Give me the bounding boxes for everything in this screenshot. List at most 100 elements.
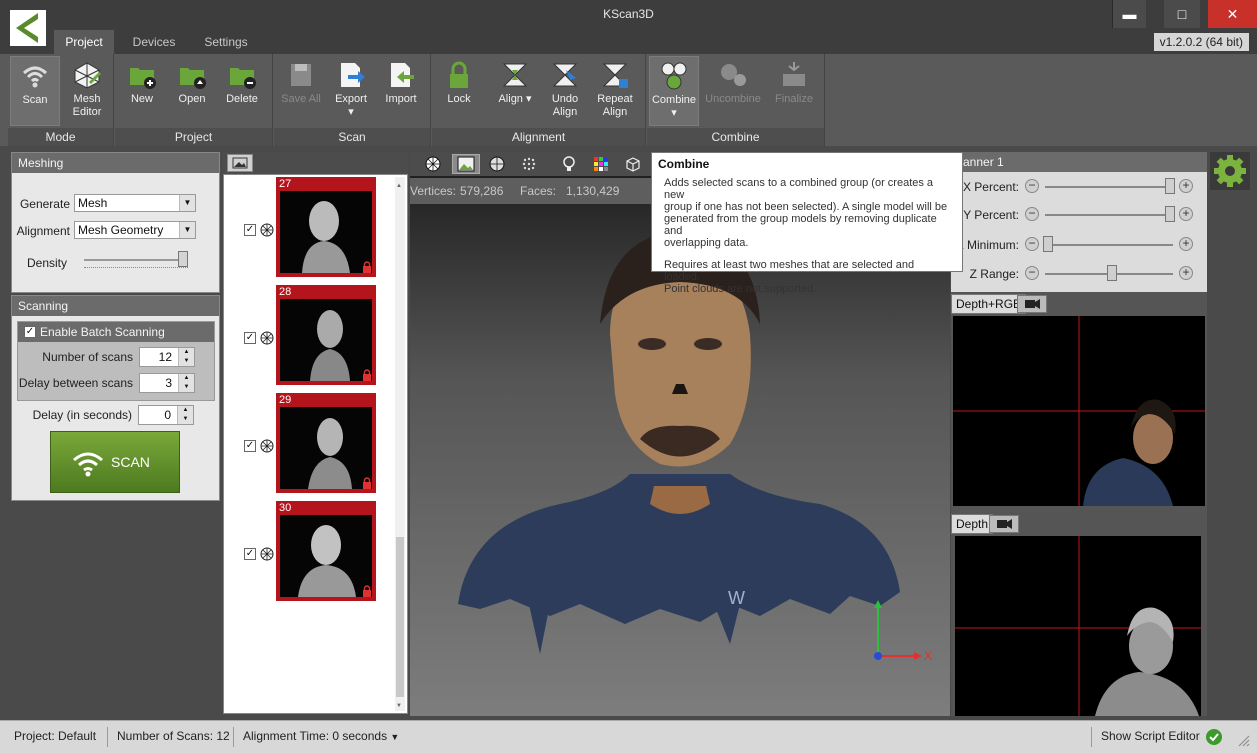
z-minimum-slider[interactable]	[1043, 236, 1053, 252]
finalize-button[interactable]: Finalize	[769, 56, 819, 126]
spin-down-icon[interactable]: ▼	[177, 415, 193, 424]
depth-rgb-tab[interactable]: Depth+RGB	[951, 294, 1027, 314]
repeat-align-button[interactable]: Repeat Align	[590, 56, 640, 126]
density-label: Density	[26, 256, 67, 270]
y-percent-slider[interactable]	[1165, 206, 1175, 222]
spin-up-icon[interactable]: ▲	[178, 348, 194, 357]
lock-button[interactable]: Lock	[434, 56, 484, 126]
title-bar: KScan3D ▬ □ ✕	[0, 0, 1257, 30]
x-percent-slider[interactable]	[1165, 178, 1175, 194]
vertices-label: Vertices:	[410, 184, 457, 198]
alignment-select[interactable]: Mesh Geometry ▼	[74, 221, 196, 239]
camera-icon[interactable]	[1017, 295, 1047, 313]
minus-icon[interactable]: −	[1025, 207, 1039, 221]
scan-thumbnail[interactable]: 30	[276, 501, 376, 601]
minus-icon[interactable]: −	[1025, 179, 1039, 193]
tab-settings[interactable]: Settings	[194, 30, 258, 54]
light-bulb-icon[interactable]	[560, 155, 580, 173]
align-icon	[502, 63, 528, 87]
tab-project[interactable]: Project	[54, 30, 114, 54]
textured-view-icon[interactable]	[452, 154, 480, 174]
density-slider[interactable]	[84, 249, 192, 273]
delete-project-button[interactable]: Delete	[217, 56, 267, 126]
minus-icon[interactable]: −	[1025, 237, 1039, 251]
scan-button[interactable]: SCAN	[50, 431, 180, 493]
scan-thumbnail[interactable]: 28	[276, 285, 376, 385]
scan-checkbox[interactable]: ✓	[244, 332, 256, 344]
scanner-sliders: X Percent: − + Y Percent: − + Z Minimum:…	[951, 172, 1207, 292]
uncombine-button[interactable]: Uncombine	[703, 56, 763, 126]
mesh-pencil-icon	[74, 62, 101, 89]
mesh-icon	[260, 223, 274, 237]
batch-checkbox[interactable]: ✓	[24, 326, 36, 338]
export-button[interactable]: Export ▾	[326, 56, 376, 126]
status-alignment-time[interactable]: Alignment Time: 0 seconds ▼	[243, 729, 399, 743]
delay-between-input[interactable]: 3 ▲ ▼	[139, 373, 195, 393]
point-cloud-view-icon[interactable]	[520, 155, 540, 173]
x-percent-row: X Percent: − +	[951, 176, 1207, 198]
spin-up-icon[interactable]: ▲	[178, 374, 194, 383]
finalize-icon	[783, 62, 805, 86]
camera-icon[interactable]	[989, 515, 1019, 533]
scanner-panel: canner 1 X Percent: − + Y Percent: − + Z…	[951, 152, 1207, 716]
ribbon-group-alignment: Lock Align ▾ Undo Align Repeat Align Ali…	[432, 54, 646, 146]
depth-rgb-feed[interactable]	[953, 316, 1205, 506]
plus-icon[interactable]: +	[1179, 237, 1193, 251]
status-ok-icon	[1206, 729, 1222, 745]
faces-label: Faces:	[520, 184, 557, 198]
depth-feed[interactable]	[955, 536, 1201, 716]
mesh-view-icon[interactable]	[488, 155, 508, 173]
depth-tab[interactable]: Depth	[951, 514, 994, 534]
align-button[interactable]: Align ▾	[490, 56, 540, 126]
spin-down-icon[interactable]: ▼	[178, 357, 194, 366]
spin-down-icon[interactable]: ▼	[178, 383, 194, 392]
import-button[interactable]: Import	[376, 56, 426, 126]
maximize-button[interactable]: □	[1164, 0, 1200, 28]
resize-grip-icon[interactable]	[1236, 733, 1250, 747]
show-script-editor-button[interactable]: Show Script Editor	[1101, 729, 1200, 743]
tab-devices[interactable]: Devices	[124, 30, 184, 54]
scan-thumbnail[interactable]: 29	[276, 393, 376, 493]
scan-list-scrollbar[interactable]: ▲ ▼	[395, 177, 405, 711]
num-scans-input[interactable]: 12 ▲ ▼	[139, 347, 195, 367]
mesh-stats: Vertices: 579,286 Faces: 1,130,429	[410, 178, 670, 204]
undo-align-button[interactable]: Undo Align	[540, 56, 590, 126]
image-view-icon[interactable]	[227, 154, 253, 172]
scan-checkbox[interactable]: ✓	[244, 224, 256, 236]
export-icon	[341, 63, 365, 87]
delay-input[interactable]: 0 ▲ ▼	[138, 405, 194, 425]
wireframe-view-icon[interactable]	[424, 155, 444, 173]
num-scans-label: Number of scans	[42, 350, 133, 364]
open-project-button[interactable]: Open	[167, 56, 217, 126]
settings-gear-button[interactable]	[1210, 152, 1250, 190]
plus-icon[interactable]: +	[1179, 266, 1193, 280]
chevron-down-icon: ▼	[179, 222, 195, 238]
density-slider-thumb[interactable]	[178, 251, 188, 267]
plus-icon[interactable]: +	[1179, 179, 1193, 193]
minus-icon[interactable]: −	[1025, 266, 1039, 280]
scan-checkbox[interactable]: ✓	[244, 440, 256, 452]
delay-between-label: Delay between scans	[18, 376, 133, 390]
repeat-align-icon	[602, 63, 628, 88]
close-button[interactable]: ✕	[1208, 0, 1257, 28]
scan-thumbnail[interactable]: 27	[276, 177, 376, 277]
spin-up-icon[interactable]: ▲	[177, 406, 193, 415]
minimize-button[interactable]: ▬	[1112, 0, 1146, 28]
save-all-button[interactable]: Save All	[276, 56, 326, 126]
scan-mode-button[interactable]: Scan	[10, 56, 60, 126]
plus-icon[interactable]: +	[1179, 207, 1193, 221]
lock-icon	[363, 261, 371, 273]
cube-view-icon[interactable]	[624, 155, 644, 173]
mesh-editor-button[interactable]: Mesh Editor	[62, 56, 112, 126]
scrollbar-thumb[interactable]	[396, 537, 404, 697]
group-label-alignment: Alignment	[432, 128, 645, 146]
generate-select[interactable]: Mesh ▼	[74, 194, 196, 212]
color-grid-icon[interactable]	[592, 155, 612, 173]
scanner-title: canner 1	[951, 152, 1207, 172]
z-range-slider[interactable]	[1107, 265, 1117, 281]
lock-icon	[363, 369, 371, 381]
window-title: KScan3D	[603, 7, 654, 21]
new-project-button[interactable]: New	[117, 56, 167, 126]
scan-checkbox[interactable]: ✓	[244, 548, 256, 560]
combine-button[interactable]: Combine ▾	[649, 56, 699, 126]
